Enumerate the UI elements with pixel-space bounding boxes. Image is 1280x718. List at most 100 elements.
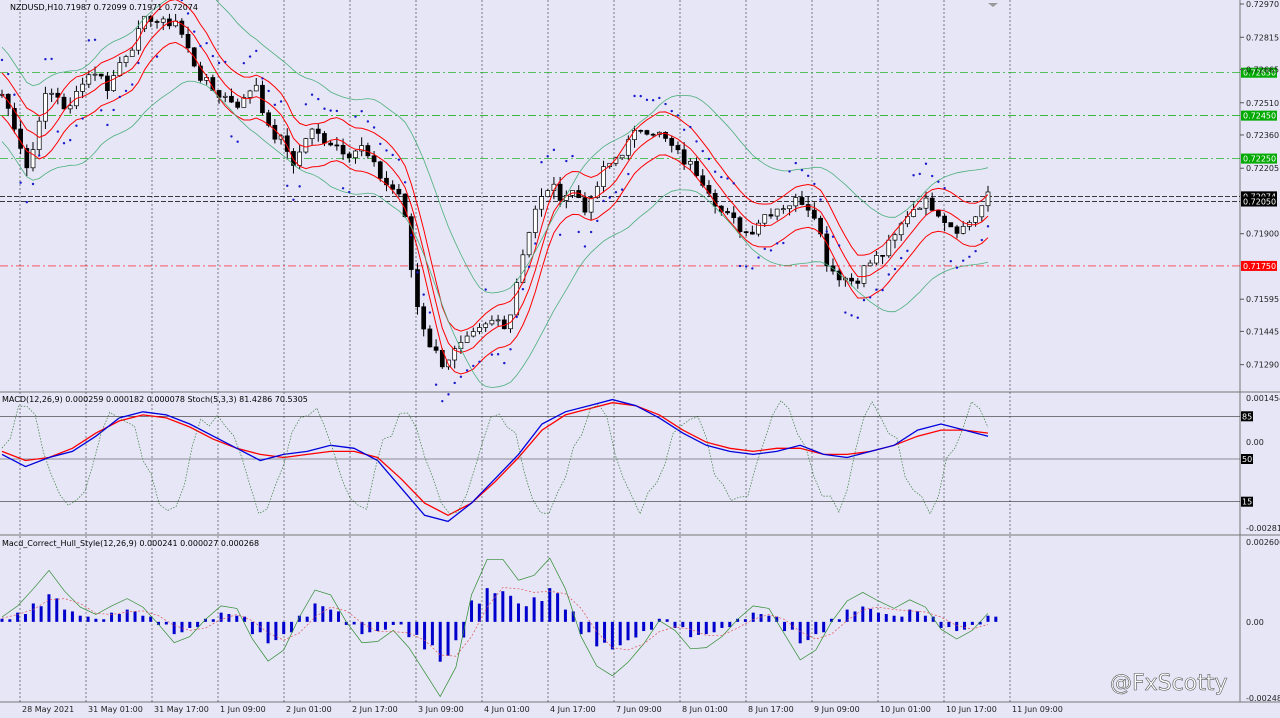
candle-body [67, 105, 73, 110]
x-tick-label: 1 Jun 09:00 [220, 705, 266, 714]
x-tick-label: 4 Jun 01:00 [484, 705, 530, 714]
histogram-bar [454, 621, 458, 641]
psar-dot [230, 135, 233, 138]
histogram-bar [485, 588, 489, 622]
psar-dot [93, 38, 97, 41]
price-level-label: 0.72250 [1243, 155, 1276, 164]
psar-dot [875, 288, 878, 291]
histogram-bar [634, 621, 638, 638]
psar-dot [980, 238, 983, 242]
watermark: @FxScotty [1110, 671, 1227, 696]
histogram-bar [524, 606, 528, 622]
psar-dot [583, 245, 587, 248]
psar-dot [856, 316, 859, 319]
psar-dot [403, 181, 407, 184]
candle-body [669, 138, 675, 146]
psar-dot [100, 109, 103, 112]
psar-dot [186, 12, 190, 15]
psar-dot [887, 273, 890, 276]
psar-dot [825, 230, 828, 233]
x-tick-label: 2 Jun 01:00 [286, 705, 332, 714]
candle-body [129, 49, 135, 57]
candle-body [495, 319, 501, 322]
psar-dot [441, 399, 444, 403]
histogram-bar [391, 621, 395, 625]
psar-dot [782, 241, 785, 245]
candle-body [849, 277, 854, 282]
histogram-bar [63, 609, 67, 622]
psar-dot [478, 360, 481, 363]
stoch-level-label: 15 [1242, 498, 1252, 507]
histogram-bar [790, 621, 794, 630]
histogram-bar [368, 621, 372, 633]
psar-dot [360, 109, 363, 113]
psar-dot [775, 242, 779, 245]
histogram-bar [556, 593, 560, 622]
candle-body [334, 144, 340, 147]
psar-dot [261, 77, 264, 80]
psar-dot [627, 172, 630, 176]
psar-dot [682, 128, 686, 131]
histogram-bar [446, 621, 450, 656]
psar-dot [273, 103, 277, 107]
candle-body [818, 217, 823, 235]
histogram-bar [665, 619, 669, 622]
psar-dot [124, 89, 128, 93]
psar-dot [217, 61, 221, 65]
psar-dot [112, 108, 115, 112]
histogram-bar [743, 619, 747, 622]
psar-dot [868, 296, 872, 299]
psar-dot [757, 256, 760, 259]
y-tick-label: 0.72360 [1246, 131, 1279, 140]
psar-dot [571, 154, 574, 158]
histogram-bar [751, 612, 755, 622]
candle-body [427, 328, 433, 348]
psar-dot [385, 149, 388, 152]
psar-dot [56, 130, 60, 133]
histogram-bar [563, 609, 567, 622]
candle-body [86, 74, 92, 85]
candle-body [638, 129, 644, 132]
candle-body [731, 212, 737, 219]
psar-dot [819, 198, 822, 201]
stoch-line [1, 400, 989, 515]
histogram-bar [884, 614, 888, 622]
candle-body [892, 234, 898, 241]
histogram-bar [853, 611, 857, 622]
psar-dot [813, 182, 816, 186]
candle-body [470, 331, 476, 337]
psar-dot [490, 353, 494, 356]
histogram-bar [837, 619, 841, 622]
histogram-bar [783, 621, 787, 632]
price-level-label: 0.72050 [1243, 198, 1276, 207]
psar-dot [850, 314, 853, 317]
candle-body [92, 73, 98, 76]
candle-body [247, 90, 253, 98]
candle-body [353, 150, 358, 159]
candle-body [98, 73, 104, 77]
psar-dot [459, 375, 463, 379]
x-tick-label: 9 Jun 09:00 [814, 705, 860, 714]
symbol-header: NZDUSD,H1 [10, 3, 58, 12]
histogram-bar [70, 611, 74, 622]
scroll-marker-icon[interactable] [988, 3, 998, 7]
candle-body [477, 327, 482, 332]
histogram-bar [329, 609, 333, 622]
candle-body [874, 255, 879, 264]
candle-body [396, 188, 402, 195]
candle-body [687, 161, 693, 165]
bollinger-lower-line [1, 80, 989, 388]
psar-dot [558, 233, 562, 237]
candle-body [464, 335, 470, 343]
psar-dot [515, 315, 518, 319]
x-tick-label: 7 Jun 09:00 [616, 705, 662, 714]
psar-dot [484, 288, 487, 291]
psar-dot [664, 102, 667, 106]
histogram-bar [642, 621, 646, 632]
psar-dot [329, 109, 332, 112]
psar-dot [50, 57, 53, 61]
psar-dot [788, 170, 791, 173]
histogram-bar [78, 615, 82, 622]
histogram-bar [814, 621, 818, 635]
candle-body [154, 21, 160, 23]
